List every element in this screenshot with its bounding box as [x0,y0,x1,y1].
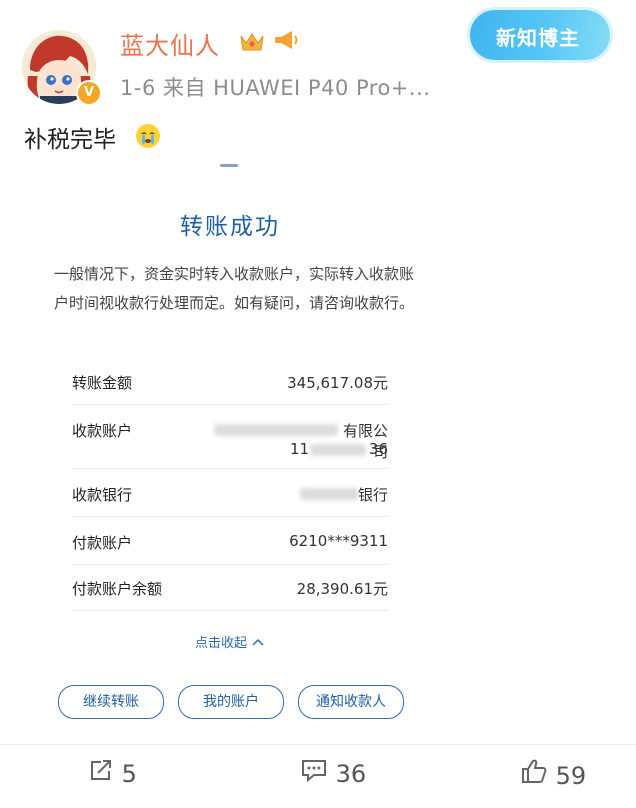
comment-action[interactable]: 36 [300,758,366,788]
username[interactable]: 蓝大仙人 [120,26,220,61]
row-divider [72,404,388,405]
notify-payee-button[interactable]: 通知收款人 [298,685,404,719]
transfer-description: 一般情况下，资金实时转入收款账户，实际转入收款账户时间视收款行处理而定。如有疑问… [54,265,415,312]
payee-account-number-end: 36 [368,440,388,458]
chevron-up-icon [251,636,265,651]
payee-account-number-start: 11 [290,440,310,458]
collapse-label: 点击收起 [195,636,248,651]
thumbs-up-icon [520,759,548,790]
payer-balance-value: 28,390.61元 [296,580,388,598]
verified-badge-icon: V [76,80,102,106]
payee-account-label: 收款账户 [72,422,133,440]
payer-account-label: 付款账户 [72,534,133,552]
payee-bank-value: 银行 [357,486,388,504]
redacted-payee-name [214,424,338,436]
payer-account-value: 6210***9311 [289,532,388,550]
action-bar-divider [0,744,636,745]
continue-transfer-button[interactable]: 继续转账 [58,685,164,719]
post-meta: 1-6 来自 HUAWEI P40 Pro+... [120,76,431,100]
row-divider [72,610,388,611]
transfer-success-title: 转账成功 [180,214,280,240]
collapse-link[interactable]: 点击收起 [195,632,265,651]
like-count: 59 [555,762,587,790]
share-count: 5 [121,760,137,788]
megaphone-icon[interactable] [272,28,300,58]
row-divider [72,564,388,565]
share-icon [88,760,114,788]
row-divider [72,516,388,517]
new-blogger-badge-label: 新知博主 [496,26,580,50]
crown-icon[interactable] [238,30,266,60]
payer-balance-label: 付款账户余额 [72,580,163,598]
row-divider [72,468,388,469]
like-action[interactable]: 59 [520,758,586,790]
redacted-payee-number [310,444,366,456]
amount-label: 转账金额 [72,374,133,392]
comment-icon [300,760,328,788]
comment-count: 36 [335,760,367,788]
crying-emoji-icon [136,124,160,148]
payee-bank-label: 收款银行 [72,486,133,504]
share-action[interactable]: 5 [88,758,137,788]
amount-value: 345,617.08元 [287,374,388,392]
my-account-button[interactable]: 我的账户 [178,685,284,719]
post-text: 补税完毕 [24,127,116,153]
card-top-handle [220,164,238,167]
